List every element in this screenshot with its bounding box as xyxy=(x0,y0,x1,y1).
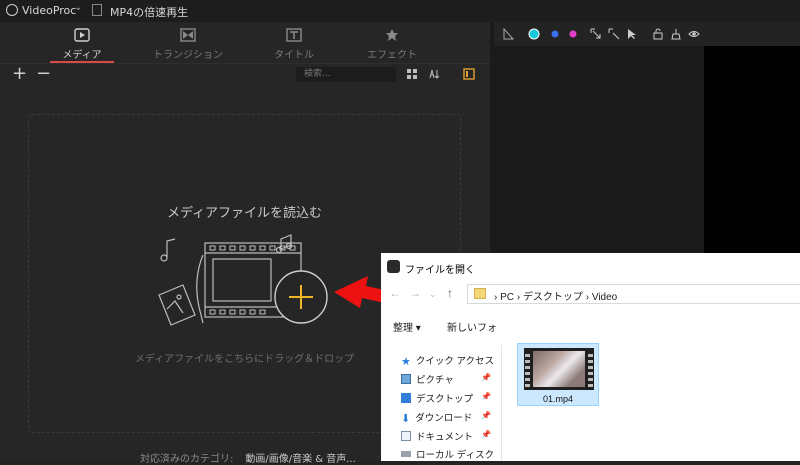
title-bar: VideoProc ⌄ MP4の倍速再生 xyxy=(0,0,800,22)
sort-icon[interactable] xyxy=(428,68,440,80)
sidebar-item-desktop[interactable]: デスクトップ 📌 xyxy=(401,391,491,409)
organize-button[interactable]: 整理 ▾ xyxy=(393,319,421,334)
image-card-icon xyxy=(158,284,196,326)
dialog-nav-bar: ← → ⌄ ↑ › PC › デスクトップ › Video xyxy=(381,281,800,307)
pin-icon[interactable]: 📌 xyxy=(481,430,491,439)
tab-label: タイトル xyxy=(274,50,314,61)
sidebar-item-quick-access[interactable]: ★ クイック アクセス xyxy=(401,353,494,371)
pointer-icon[interactable] xyxy=(626,28,638,40)
app-name[interactable]: VideoProc xyxy=(22,4,76,17)
color-magenta-icon[interactable] xyxy=(568,29,578,39)
dialog-command-bar: 整理 ▾ 新しいフォ xyxy=(381,313,800,339)
panel-toggle-icon[interactable] xyxy=(463,68,475,80)
music-note-icon xyxy=(160,238,176,262)
film-perforation xyxy=(525,351,530,387)
breadcrumb-video[interactable]: Video xyxy=(592,292,617,303)
tab-transition[interactable]: トランジション xyxy=(138,22,238,62)
sidebar-item-documents[interactable]: ドキュメント 📌 xyxy=(401,429,491,447)
select-tool-icon[interactable] xyxy=(590,28,602,40)
video-thumbnail xyxy=(524,348,594,390)
tab-effect[interactable]: エフェクト xyxy=(342,22,442,62)
documents-icon xyxy=(401,431,411,441)
ruler-icon[interactable] xyxy=(502,28,514,40)
sidebar-item-label: ドキュメント xyxy=(416,432,474,443)
new-folder-button[interactable]: 新しいフォ xyxy=(447,319,497,334)
tab-media[interactable]: メディア xyxy=(32,22,132,63)
forward-arrow-icon[interactable]: → xyxy=(409,286,421,300)
grid-view-icon[interactable] xyxy=(406,68,418,80)
tab-label: トランジション xyxy=(153,50,223,61)
pin-icon[interactable]: 📌 xyxy=(481,411,491,420)
tab-title[interactable]: タイトル xyxy=(244,22,344,62)
project-file-icon xyxy=(92,4,102,16)
star-icon: ★ xyxy=(401,356,411,368)
search-input[interactable]: 検索... xyxy=(296,67,396,82)
file-open-dialog: ファイルを開く ← → ⌄ ↑ › PC › デスクトップ › Video 整理… xyxy=(381,253,800,461)
app-icon xyxy=(387,260,400,273)
dialog-title: ファイルを開く xyxy=(405,265,475,276)
dialog-sidebar: ★ クイック アクセス ピクチャ 📌 デスクトップ 📌 ⬇ ダウンロード 📌 ドキュメント… xyxy=(381,345,502,461)
video-preview-image xyxy=(533,351,585,387)
sidebar-item-label: ダウンロード xyxy=(415,413,473,424)
app-logo-icon xyxy=(6,4,18,16)
color-blue-icon[interactable] xyxy=(550,29,560,39)
folder-icon xyxy=(474,288,486,299)
supported-label: 対応済みのカテゴリ: xyxy=(140,454,234,465)
media-icon xyxy=(74,28,90,42)
transition-icon xyxy=(180,28,196,42)
lock-icon[interactable] xyxy=(652,28,664,40)
breadcrumb-separator: › xyxy=(585,292,590,303)
tab-label: メディア xyxy=(62,50,102,61)
breadcrumb-separator: › xyxy=(494,292,498,303)
drop-zone-title: メディアファイルを読込む xyxy=(166,206,323,221)
back-arrow-icon[interactable]: ← xyxy=(389,286,401,300)
breadcrumb: › PC › デスクトップ › Video xyxy=(494,288,617,303)
media-import-illustration xyxy=(158,234,328,326)
color-cyan-icon[interactable] xyxy=(528,28,540,40)
film-perforation xyxy=(588,351,593,387)
sidebar-item-label: デスクトップ xyxy=(416,394,474,405)
sidebar-item-label: ローカル ディスク xyxy=(416,450,494,461)
breadcrumb-pc[interactable]: PC xyxy=(500,292,514,303)
file-item-selected[interactable]: 01.mp4 xyxy=(517,343,599,406)
tab-label: エフェクト xyxy=(367,50,417,61)
clean-brush-icon[interactable] xyxy=(670,28,682,40)
visibility-eye-icon[interactable] xyxy=(688,28,700,40)
desktop-icon xyxy=(401,393,411,403)
add-media-plus-icon xyxy=(274,270,328,324)
download-icon: ⬇ xyxy=(401,413,411,425)
supported-categories: 対応済みのカテゴリ: 動画/画像/音楽 & 音声... xyxy=(140,450,356,465)
add-media-button[interactable]: + xyxy=(12,64,27,84)
effect-icon xyxy=(386,29,398,41)
chevron-down-icon[interactable]: ⌄ xyxy=(74,2,82,13)
file-name: 01.mp4 xyxy=(542,394,574,404)
breadcrumb-desktop[interactable]: デスクトップ xyxy=(523,292,583,303)
pictures-icon xyxy=(401,374,411,384)
sidebar-item-label: ピクチャ xyxy=(416,375,454,386)
preview-toolbar xyxy=(494,22,800,46)
drive-icon xyxy=(401,451,411,457)
supported-value: 動画/画像/音楽 & 音声... xyxy=(245,454,356,465)
sidebar-item-local-disk[interactable]: ローカル ディスク xyxy=(401,447,494,465)
pin-icon[interactable]: 📌 xyxy=(481,373,491,382)
up-arrow-icon[interactable]: ↑ xyxy=(447,286,453,300)
project-name: MP4の倍速再生 xyxy=(110,6,189,19)
recent-dropdown-icon[interactable]: ⌄ xyxy=(429,289,437,300)
remove-media-button[interactable]: − xyxy=(36,64,51,84)
sidebar-item-label: クイック アクセス xyxy=(415,356,495,367)
pin-icon[interactable]: 📌 xyxy=(481,392,491,401)
breadcrumb-separator: › xyxy=(516,292,521,303)
crop-tool-icon[interactable] xyxy=(608,28,620,40)
sidebar-item-pictures[interactable]: ピクチャ 📌 xyxy=(401,372,491,390)
dialog-title-bar: ファイルを開く xyxy=(381,253,800,281)
address-bar[interactable]: › PC › デスクトップ › Video xyxy=(467,284,800,304)
sidebar-item-downloads[interactable]: ⬇ ダウンロード 📌 xyxy=(401,410,491,428)
title-icon xyxy=(286,28,302,42)
media-toolbar: + − 検索... xyxy=(0,64,490,86)
